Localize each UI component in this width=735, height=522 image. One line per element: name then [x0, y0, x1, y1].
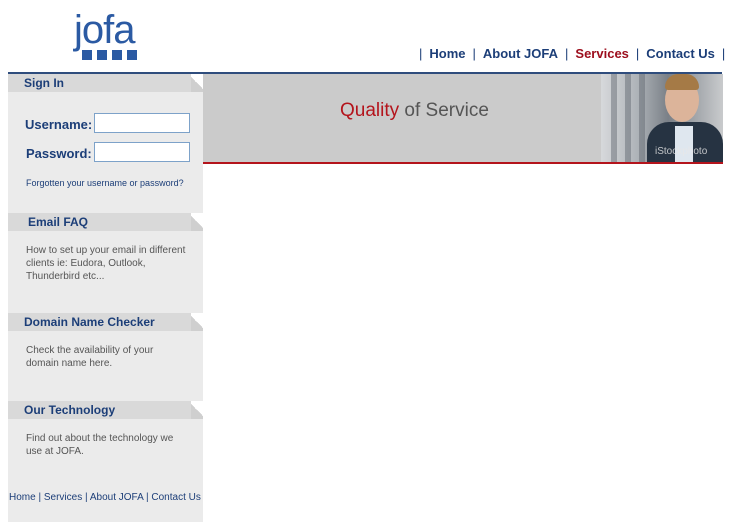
sidebar: Sign In Username: Password: Forgotten yo…: [8, 74, 203, 522]
forgot-password-link[interactable]: Forgotten your username or password?: [26, 178, 184, 188]
nav-about[interactable]: About JOFA: [483, 46, 558, 61]
username-label: Username:: [25, 117, 93, 132]
email-faq-header[interactable]: Email FAQ: [8, 213, 203, 231]
signin-title: Sign In: [24, 76, 64, 90]
password-label: Password:: [26, 146, 92, 161]
technology-title: Our Technology: [24, 403, 116, 417]
banner: Quality of Service iStockphoto: [203, 74, 723, 162]
banner-rest: of Service: [404, 100, 489, 121]
top-navigation: | Home | About JOFA | Services | Contact Us |: [419, 46, 726, 61]
nav-home[interactable]: Home: [429, 46, 465, 61]
domain-checker-title: Domain Name Checker: [24, 315, 155, 329]
signin-header: Sign In: [8, 74, 203, 92]
technology-description: Find out about the technology we use at …: [26, 433, 174, 457]
password-input[interactable]: [94, 142, 190, 162]
email-faq-title: Email FAQ: [28, 215, 89, 229]
footer-links: Home | Services | About JOFA | Contact U…: [9, 492, 201, 503]
email-faq-description: How to set up your email in different cl…: [26, 245, 186, 282]
banner-underline: [203, 162, 723, 164]
photo-watermark: iStockphoto: [655, 146, 708, 157]
technology-header[interactable]: Our Technology: [8, 401, 203, 419]
footer-about[interactable]: About JOFA: [90, 492, 143, 503]
logo-squares: [82, 50, 137, 60]
nav-contact[interactable]: Contact Us: [646, 46, 715, 61]
footer-home[interactable]: Home: [9, 492, 36, 503]
jofa-logo[interactable]: jofa: [74, 8, 146, 62]
username-input[interactable]: [94, 113, 190, 133]
footer-services[interactable]: Services: [44, 492, 82, 503]
banner-heading: Quality of Service: [340, 100, 489, 122]
footer-contact[interactable]: Contact Us: [151, 492, 200, 503]
domain-checker-header[interactable]: Domain Name Checker: [8, 313, 203, 331]
nav-services[interactable]: Services: [575, 46, 629, 61]
logo-text: jofa: [74, 8, 135, 52]
domain-checker-description: Check the availability of your domain na…: [26, 345, 154, 369]
businessman-photo: iStockphoto: [601, 74, 723, 162]
banner-highlight: Quality: [340, 100, 400, 121]
